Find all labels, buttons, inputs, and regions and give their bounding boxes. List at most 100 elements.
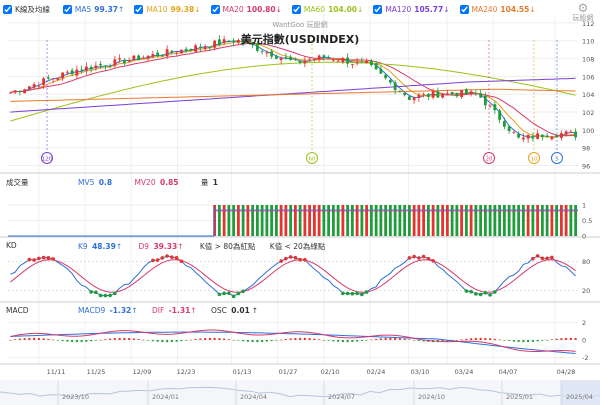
ma240-checkbox[interactable] xyxy=(459,5,469,14)
chart-canvas[interactable]: 1121101081061041021009896 WantGoo 玩股網 美元… xyxy=(0,0,600,405)
k9-value: 48.39 xyxy=(92,242,116,251)
osc-bar xyxy=(280,339,283,341)
osc-bar xyxy=(318,339,321,340)
ma5-checkbox[interactable] xyxy=(62,5,72,14)
candle-body xyxy=(445,92,449,94)
volume-title: 成交量 xyxy=(6,178,29,187)
date-tick-label: 01/27 xyxy=(279,368,298,376)
candle-body xyxy=(279,58,283,61)
candle-body xyxy=(284,57,288,59)
osc-bar xyxy=(332,340,335,342)
osc-bar xyxy=(341,340,344,343)
ma120-checkbox[interactable] xyxy=(373,5,383,14)
ma10-checkbox[interactable] xyxy=(134,5,144,14)
osc-bar xyxy=(175,340,178,342)
ma60-toggle[interactable]: MA60 104.00 ↓ xyxy=(291,5,363,14)
ma60-checkbox[interactable] xyxy=(291,5,301,14)
kline-checkbox[interactable] xyxy=(3,5,12,14)
candle-body xyxy=(118,58,122,60)
kd-oversold-dot xyxy=(345,291,350,296)
d9-line xyxy=(10,259,576,293)
date-tick-label: 11/25 xyxy=(87,368,106,376)
ma20-label: MA20 xyxy=(222,5,244,14)
candle-body xyxy=(526,135,530,139)
date-tick-label: 12/09 xyxy=(133,368,152,376)
d9-label: D9 xyxy=(138,242,150,251)
macd-lines xyxy=(9,329,577,354)
osc-bar xyxy=(470,338,473,340)
ma120-toggle[interactable]: MA120 105.77 ↓ xyxy=(373,5,450,14)
osc-bar xyxy=(113,338,116,340)
osc-bar xyxy=(180,340,183,342)
candle-body xyxy=(274,56,278,59)
candle-body xyxy=(507,126,511,132)
volume-axis: 10.50 xyxy=(582,202,592,241)
osc-bar xyxy=(379,338,382,340)
kline-label: K線及均線 xyxy=(15,5,50,14)
kd-lines xyxy=(10,254,576,299)
candle-body xyxy=(32,84,36,88)
osc-bar xyxy=(365,340,368,341)
ma20-toggle[interactable]: MA20 100.80 ↓ xyxy=(210,5,282,14)
osc-bar xyxy=(465,338,468,340)
candle-body xyxy=(217,39,221,45)
osc-arrow: ↑ xyxy=(251,306,259,315)
ma240-toggle[interactable]: MA240 104.55 ↓ xyxy=(459,5,536,14)
osc-value: 0.01 xyxy=(231,306,250,315)
candle-body xyxy=(403,92,407,96)
candle-body xyxy=(127,60,131,62)
ma120-value: 105.77 xyxy=(414,5,444,14)
candle-body xyxy=(559,133,563,138)
ma5-toggle[interactable]: MA5 99.37 ↑ xyxy=(62,5,124,14)
osc-bar xyxy=(517,340,520,342)
candle-body xyxy=(464,89,468,95)
osc-bar xyxy=(489,338,492,340)
kd-legend: K9 48.39↑ D9 39.33↑ K值 > 80為紅點 K值 < 20為綠… xyxy=(78,241,327,252)
range-tick-label: 2024/10 xyxy=(418,393,445,401)
price-axis: 1121101081061041021009896 xyxy=(582,20,594,171)
osc-bar xyxy=(565,337,568,340)
osc-bar xyxy=(66,340,69,342)
price-tick-label: 108 xyxy=(582,56,594,64)
kd-oversold-dot xyxy=(108,293,112,298)
ma120-arrow: ↓ xyxy=(443,5,450,14)
candle-body xyxy=(179,49,183,54)
candle-body xyxy=(265,52,269,54)
candle-body xyxy=(479,93,483,98)
osc-bar xyxy=(94,340,97,341)
ma20-checkbox[interactable] xyxy=(210,5,220,14)
candle-body xyxy=(426,94,430,97)
settings-gear-icon[interactable]: ⚙ 玩股網 xyxy=(571,2,595,22)
kd-overbought-dot xyxy=(298,257,302,262)
osc-bar xyxy=(137,339,140,340)
candle-body xyxy=(407,96,411,100)
osc-bar xyxy=(327,340,330,341)
dif-value: -1.31 xyxy=(168,306,191,315)
ma10-value: 99.38 xyxy=(170,5,195,14)
price-tick-label: 100 xyxy=(582,127,594,135)
candle-body xyxy=(536,133,540,139)
kd-overbought-dot xyxy=(160,256,165,260)
kd-overbought-dot xyxy=(421,254,426,259)
kd-red-note: K值 > 80為紅點 xyxy=(199,242,256,251)
osc-bar xyxy=(71,340,74,343)
osc-bar xyxy=(161,340,164,343)
ma10-toggle[interactable]: MA10 99.38 ↓ xyxy=(134,5,201,14)
kd-oversold-dot xyxy=(217,292,222,297)
kd-overbought-dot xyxy=(51,257,55,261)
candle-body xyxy=(289,56,293,61)
candle-body xyxy=(27,86,31,89)
osc-bar xyxy=(246,340,249,342)
osc-bar xyxy=(413,340,416,341)
kline-toggle[interactable]: K線及均線 xyxy=(3,4,53,15)
candle-body xyxy=(550,136,554,140)
candle-body xyxy=(317,55,321,60)
osc-bar xyxy=(109,338,112,340)
candle-body xyxy=(13,90,17,93)
osc-bar xyxy=(375,338,378,340)
price-tick-label: 104 xyxy=(582,91,594,99)
candle-body xyxy=(18,91,22,93)
candle-body xyxy=(474,93,478,94)
qty-value: 1 xyxy=(212,178,219,187)
osc-bar xyxy=(560,338,563,340)
